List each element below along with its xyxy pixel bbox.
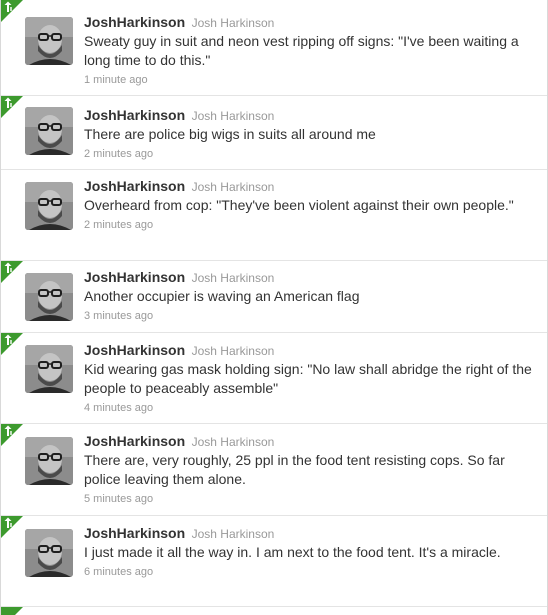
avatar[interactable] — [25, 529, 73, 577]
tweet-item[interactable]: JoshHarkinson Josh Harkinson Sweaty guy … — [1, 0, 547, 96]
tweet-item[interactable]: JoshHarkinson Josh Harkinson Overheard f… — [1, 170, 547, 261]
tweet-text: Overheard from cop: "They've been violen… — [84, 197, 514, 213]
tweet-body: JoshHarkinson Josh Harkinson Sweaty guy … — [84, 13, 535, 87]
tweet-header: JoshHarkinson Josh Harkinson — [84, 13, 535, 31]
arrow-up-icon — [4, 97, 12, 108]
tweet-body: JoshHarkinson Josh Harkinson Kid wearing… — [84, 341, 535, 415]
tweet-item[interactable]: JoshHarkinson Josh Harkinson Another occ… — [1, 261, 547, 333]
tweet-body: JoshHarkinson Josh Harkinson I just made… — [84, 524, 535, 579]
full-name: Josh Harkinson — [191, 435, 275, 449]
full-name: Josh Harkinson — [191, 527, 275, 541]
timestamp-link[interactable]: 1 minute ago — [84, 73, 535, 87]
avatar-photo — [25, 17, 73, 65]
tweet-text: I just made it all the way in. I am next… — [84, 544, 501, 560]
screen-name-link[interactable]: JoshHarkinson — [84, 342, 185, 358]
tweet-item[interactable]: JoshHarkinson Josh Harkinson There are, … — [1, 424, 547, 516]
arrow-up-icon — [4, 334, 12, 345]
tweet-header: JoshHarkinson Josh Harkinson — [84, 341, 535, 359]
full-name: Josh Harkinson — [191, 271, 275, 285]
timestamp-link[interactable]: 4 minutes ago — [84, 401, 535, 415]
avatar[interactable] — [25, 437, 73, 485]
tweet-text: Another occupier is waving an American f… — [84, 288, 360, 304]
timestamp-link[interactable]: 3 minutes ago — [84, 309, 535, 323]
tweet-feed: JoshHarkinson Josh Harkinson Sweaty guy … — [0, 0, 548, 615]
arrow-up-icon — [4, 517, 12, 528]
timestamp-link[interactable]: 6 minutes ago — [84, 565, 535, 579]
tweet-header: JoshHarkinson Josh Harkinson — [84, 106, 535, 124]
screen-name-link[interactable]: JoshHarkinson — [84, 433, 185, 449]
arrow-up-icon — [4, 262, 12, 273]
tweet-body: JoshHarkinson Josh Harkinson There are p… — [84, 106, 535, 161]
tweet-header: JoshHarkinson Josh Harkinson — [84, 177, 535, 195]
avatar[interactable] — [25, 107, 73, 155]
tweet-header: JoshHarkinson Josh Harkinson — [84, 268, 535, 286]
tweet-item[interactable]: JoshHarkinson Josh Harkinson I just made… — [1, 516, 547, 607]
avatar[interactable] — [25, 273, 73, 321]
avatar[interactable] — [25, 182, 73, 230]
avatar-photo — [25, 345, 73, 393]
timestamp-link[interactable]: 2 minutes ago — [84, 147, 535, 161]
tweet-body: JoshHarkinson Josh Harkinson Another occ… — [84, 268, 535, 323]
tweet-item[interactable]: JoshHarkinson Josh Harkinson There are p… — [1, 96, 547, 170]
screen-name-link[interactable]: JoshHarkinson — [84, 525, 185, 541]
tweet-header: JoshHarkinson Josh Harkinson — [84, 432, 535, 450]
full-name: Josh Harkinson — [191, 344, 275, 358]
avatar-photo — [25, 182, 73, 230]
screen-name-link[interactable]: JoshHarkinson — [84, 269, 185, 285]
tweet-text: There are police big wigs in suits all a… — [84, 126, 376, 142]
avatar-photo — [25, 437, 73, 485]
full-name: Josh Harkinson — [191, 180, 275, 194]
avatar-photo — [25, 529, 73, 577]
tweet-text: There are, very roughly, 25 ppl in the f… — [84, 452, 505, 487]
screen-name-link[interactable]: JoshHarkinson — [84, 107, 185, 123]
tweet-text: Sweaty guy in suit and neon vest ripping… — [84, 33, 519, 68]
full-name: Josh Harkinson — [191, 109, 275, 123]
full-name: Josh Harkinson — [191, 16, 275, 30]
avatar-photo — [25, 273, 73, 321]
timestamp-link[interactable]: 5 minutes ago — [84, 492, 535, 506]
tweet-text: Kid wearing gas mask holding sign: "No l… — [84, 361, 532, 396]
tweet-body: JoshHarkinson Josh Harkinson There are, … — [84, 432, 535, 506]
tweet-body: JoshHarkinson Josh Harkinson Overheard f… — [84, 177, 535, 232]
avatar[interactable] — [25, 345, 73, 393]
tweet-item-partial[interactable] — [1, 607, 547, 615]
timestamp-link[interactable]: 2 minutes ago — [84, 218, 535, 232]
arrow-up-icon — [4, 425, 12, 436]
tweet-header: JoshHarkinson Josh Harkinson — [84, 524, 535, 542]
avatar-photo — [25, 107, 73, 155]
screen-name-link[interactable]: JoshHarkinson — [84, 14, 185, 30]
retweet-corner-icon — [1, 607, 23, 615]
screen-name-link[interactable]: JoshHarkinson — [84, 178, 185, 194]
avatar[interactable] — [25, 17, 73, 65]
arrow-up-icon — [4, 1, 12, 12]
tweet-item[interactable]: JoshHarkinson Josh Harkinson Kid wearing… — [1, 333, 547, 424]
